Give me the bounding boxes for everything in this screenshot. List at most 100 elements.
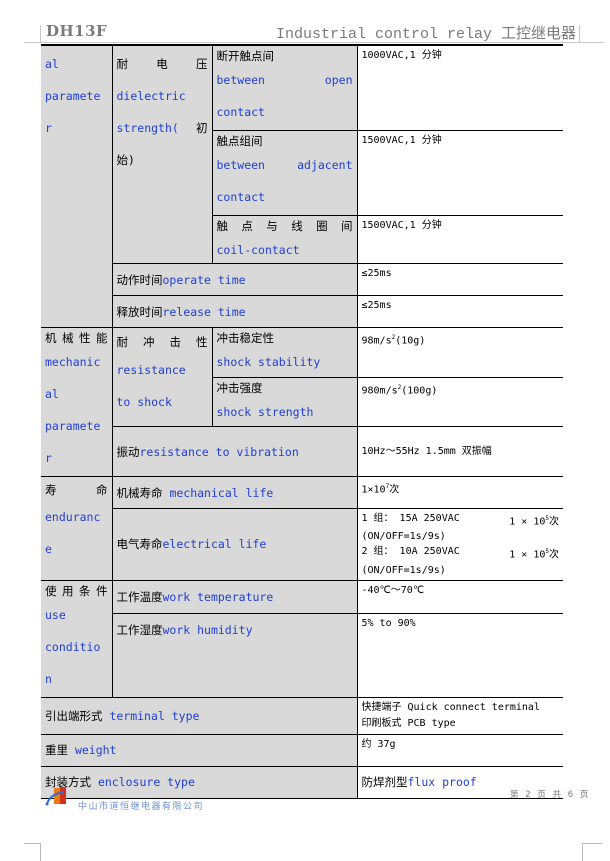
label-cn: 寿 命 — [45, 483, 108, 497]
crop-mark — [24, 843, 40, 844]
label-text: al — [45, 57, 59, 71]
label-cn: 振动 — [116, 444, 140, 459]
label-en: terminal type — [109, 708, 200, 723]
label-cn: 机械寿命 — [116, 485, 163, 500]
table-row: 工作湿度work humidity 5% to 90% — [41, 613, 563, 698]
label-en: strength( — [116, 121, 179, 135]
between-open-contact-value: 1000VAC,1 分钟 — [356, 44, 563, 131]
label-cn: 电气寿命 — [116, 537, 163, 552]
label-en: shock stability — [216, 355, 321, 369]
label-cn: 机械性能 — [45, 331, 108, 345]
release-time-value: ≤25ms — [356, 295, 563, 328]
terminal-type-label: 引出端形式 terminal type — [41, 696, 358, 735]
label-text: paramete — [45, 89, 101, 103]
value-text: (ON/OFF=1s/9s) — [361, 531, 446, 543]
value-text: (100g) — [401, 384, 438, 396]
label-en: between adjacent contact — [216, 158, 353, 204]
value-text: (10g) — [395, 335, 426, 347]
table-row: 振动resistance to vibration 10Hz～55Hz 1.5m… — [41, 426, 563, 477]
label-en: work humidity — [162, 623, 253, 638]
label-en: release time — [162, 304, 246, 319]
group-label-electrical: al paramete r — [41, 44, 113, 328]
terminal-type-value: 快捷端子 Quick connect terminal 印刷板式 PCB typ… — [356, 696, 563, 735]
label-en: paramete — [45, 419, 101, 433]
label-cn: 释放时间 — [116, 304, 163, 319]
shock-stability-label: 冲击稳定性 shock stability — [211, 327, 358, 378]
electrical-life-line-1: 1 组： 15A 250VAC 1 × 105次 — [362, 511, 560, 529]
label-cn: 耐 电 压 — [116, 57, 208, 71]
company-logo-icon — [45, 787, 66, 806]
table-row: 引出端形式 terminal type 快捷端子 Quick connect t… — [41, 696, 563, 735]
work-temperature-label: 工作温度work temperature — [111, 579, 358, 615]
value-text: 1×10 — [361, 484, 386, 496]
work-temperature-value: -40℃～70℃ — [356, 579, 563, 615]
value-count: 1 × 105次 — [509, 544, 559, 562]
document-title: Industrial control relay 工控继电器 — [275, 26, 576, 43]
company-name: 中山市道恒继电器有限公司 — [78, 802, 205, 812]
work-humidity-value: 5% to 90% — [356, 613, 563, 698]
table-row: 寿 命 enduranc e 机械寿命 mechanical life 1×10… — [41, 476, 563, 581]
value-text: 98m/s — [361, 335, 392, 347]
label-en: use — [45, 607, 66, 622]
label-en: mechanical life — [169, 485, 274, 500]
table-row: 机械性能 mechanic al paramete r 耐 冲 击 性 resi… — [41, 326, 563, 477]
label-en: electrical life — [162, 537, 267, 552]
table-row: al paramete r 耐 电 压 dielectric strength(… — [41, 44, 563, 328]
header-margin-mark-right — [579, 25, 580, 43]
electrical-life-label: 电气寿命electrical life — [111, 508, 358, 581]
label-en: dielectric — [116, 89, 186, 103]
value-text: 2 组： 10A 250VAC — [361, 546, 460, 558]
label-cn: 工作湿度 — [116, 623, 163, 638]
label-en: r — [45, 451, 52, 465]
label-cn: 工作温度 — [116, 589, 163, 604]
header-margin-mark — [40, 25, 41, 43]
label-cn: 动作时间 — [116, 272, 163, 287]
label-en: mechanic — [45, 355, 101, 369]
value-text: 980m/s — [361, 384, 398, 396]
value-text: 1 × 10 — [509, 516, 546, 528]
label-cn: 冲击稳定性 — [216, 331, 275, 345]
group-label-use-condition: 使用条件 use conditio n — [41, 579, 113, 698]
label-en: shock strength — [216, 404, 314, 419]
electrical-life-line-2: 2 组： 10A 250VAC 1 × 105次 — [362, 544, 560, 562]
label-text: r — [45, 121, 52, 135]
label-en: enduranc — [45, 510, 101, 524]
document-model: DH13F — [46, 22, 108, 40]
work-humidity-label: 工作湿度work humidity — [111, 613, 358, 698]
label-cn: 初 — [196, 121, 208, 135]
operate-time-value: ≤25ms — [356, 263, 563, 296]
between-adjacent-contact-value: 1500VAC,1 分钟 — [356, 130, 563, 216]
table-row: 电气寿命electrical life 1 组： 15A 250VAC 1 × … — [41, 508, 563, 581]
label-en: weight — [74, 743, 117, 758]
label-cn: 冲击强度 — [216, 380, 263, 395]
crop-mark — [582, 843, 602, 844]
label-en: resistance to vibration — [139, 444, 299, 459]
label-en: n — [45, 671, 52, 686]
release-time-label: 释放时间release time — [111, 295, 358, 328]
label-en: al — [45, 387, 59, 401]
label-en: e — [45, 542, 52, 556]
dielectric-strength-label: 耐 电 压 dielectric strength( 初 始) — [111, 44, 213, 264]
label-cn: 始) — [116, 153, 135, 167]
shock-strength-value: 980m/s2(100g) — [356, 376, 563, 428]
spec-table: al paramete r 耐 电 压 dielectric strength(… — [41, 44, 563, 799]
table-row: 释放时间release time ≤25ms — [41, 295, 563, 328]
weight-value: 约 37g — [356, 733, 563, 767]
value-en: flux proof — [407, 775, 477, 790]
table-row: 动作时间operate time ≤25ms — [41, 263, 563, 296]
header-rule — [24, 42, 604, 43]
electrical-life-value: 1 组： 15A 250VAC 1 × 105次 (ON/OFF=1s/9s) … — [356, 508, 563, 581]
label-cn: 触点组间 — [216, 134, 263, 148]
coil-contact-label: 触 点 与 线 圈 间 coil-contact — [211, 215, 358, 264]
label-en: resistance — [116, 363, 186, 377]
value-text: 快捷端子 Quick connect terminal — [361, 701, 540, 713]
value-text: 印刷板式 PCB type — [361, 717, 456, 729]
weight-label: 重里 weight — [41, 733, 358, 767]
value-text: 次 — [549, 516, 559, 528]
label-en: coil-contact — [216, 243, 300, 257]
operate-time-label: 动作时间operate time — [111, 263, 358, 296]
label-cn: 引出端形式 — [45, 708, 103, 723]
mechanical-life-value: 1×107次 — [356, 476, 563, 509]
vibration-value: 10Hz～55Hz 1.5mm 双振幅 — [356, 426, 563, 477]
value-text: 次 — [549, 549, 559, 561]
